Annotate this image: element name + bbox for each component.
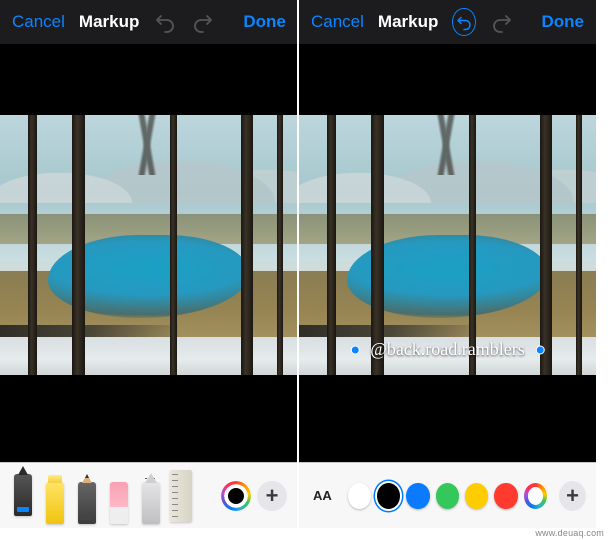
- color-white[interactable]: [348, 483, 371, 509]
- nav-bar: Cancel Markup Done: [299, 0, 596, 44]
- done-button[interactable]: Done: [243, 12, 286, 32]
- photo: [0, 115, 297, 375]
- cancel-button[interactable]: Cancel: [311, 12, 364, 32]
- color-green[interactable]: [436, 483, 459, 509]
- redo-icon[interactable]: [490, 8, 514, 36]
- color-picker-button[interactable]: [524, 483, 547, 509]
- color-black[interactable]: [377, 483, 400, 509]
- cancel-button[interactable]: Cancel: [12, 12, 65, 32]
- add-button[interactable]: +: [559, 481, 586, 511]
- text-annotation[interactable]: @back.road.ramblers: [356, 338, 539, 361]
- add-button[interactable]: +: [257, 481, 287, 511]
- done-button[interactable]: Done: [542, 12, 585, 32]
- photo: @back.road.ramblers: [299, 115, 596, 375]
- pencil-tool[interactable]: [74, 468, 100, 524]
- resize-handle-left[interactable]: [350, 345, 359, 354]
- color-blue[interactable]: [406, 483, 429, 509]
- pen-tool[interactable]: [10, 460, 36, 516]
- color-yellow[interactable]: [465, 483, 488, 509]
- undo-icon[interactable]: [153, 8, 177, 36]
- right-screenshot: Cancel Markup Done: [299, 0, 596, 528]
- markup-tool-toolbar: +: [0, 462, 297, 528]
- resize-handle-right[interactable]: [536, 345, 545, 354]
- color-red[interactable]: [494, 483, 517, 509]
- source-badge: www.deuaq.com: [535, 528, 604, 538]
- font-style-button[interactable]: AA: [309, 481, 336, 511]
- page-title: Markup: [79, 12, 139, 32]
- lasso-tool[interactable]: [138, 468, 164, 524]
- screenshots-row: Cancel Markup Done: [0, 0, 596, 528]
- canvas[interactable]: @back.road.ramblers: [299, 44, 596, 462]
- text-annotation-content: @back.road.ramblers: [370, 339, 525, 359]
- left-screenshot: Cancel Markup Done: [0, 0, 297, 528]
- marker-tool[interactable]: [42, 468, 68, 524]
- text-color-toolbar: AA +: [299, 462, 596, 528]
- redo-icon[interactable]: [191, 8, 215, 36]
- undo-icon[interactable]: [452, 8, 475, 36]
- page-title: Markup: [378, 12, 438, 32]
- canvas[interactable]: [0, 44, 297, 462]
- color-picker-button[interactable]: [221, 481, 251, 511]
- ruler-tool[interactable]: [170, 470, 192, 522]
- nav-bar: Cancel Markup Done: [0, 0, 297, 44]
- eraser-tool[interactable]: [106, 468, 132, 524]
